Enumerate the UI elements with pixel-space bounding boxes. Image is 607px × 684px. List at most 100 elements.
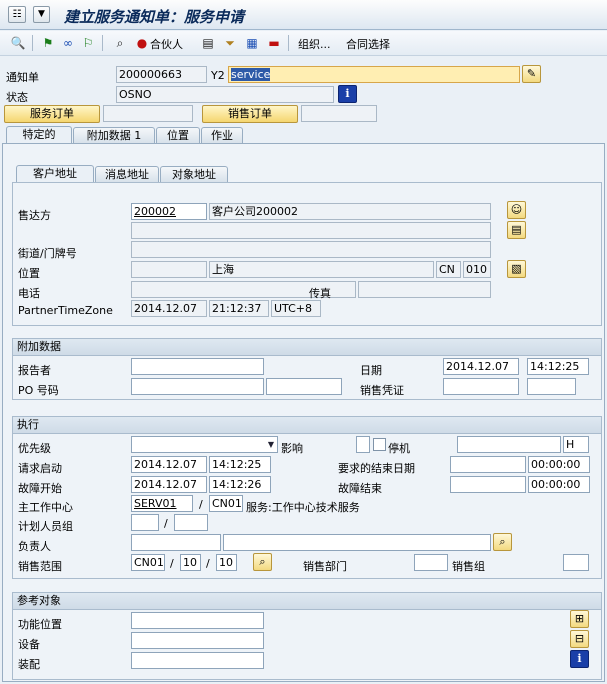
- malf-end-date-input[interactable]: [450, 476, 526, 493]
- sales-doc-item-input[interactable]: [527, 378, 576, 395]
- info-icon: i: [345, 87, 350, 100]
- workcenter-input[interactable]: SERV01: [131, 495, 193, 512]
- partner-icon[interactable]: ●: [134, 35, 150, 51]
- impact-input[interactable]: [356, 436, 370, 453]
- binoculars-icon[interactable]: ⌕: [112, 35, 128, 51]
- req-end-time-input[interactable]: 00:00:00: [528, 456, 590, 473]
- sales-order-field: [301, 105, 377, 122]
- distribution-channel-input[interactable]: 10: [180, 554, 201, 571]
- req-end-date-input[interactable]: [450, 456, 526, 473]
- partner-address-button[interactable]: ☺: [507, 201, 526, 219]
- equipment-input[interactable]: [131, 632, 264, 649]
- equipment-structure-button[interactable]: ⊟: [570, 630, 589, 648]
- req-start-time-input[interactable]: 14:12:25: [209, 456, 271, 473]
- status-field: OSNO: [116, 86, 334, 103]
- subtab-message-address[interactable]: 消息地址: [95, 166, 159, 183]
- country-field: CN: [436, 261, 461, 278]
- dropdown-icon[interactable]: ▼: [33, 6, 50, 23]
- subtab-customer-address[interactable]: 客户地址: [16, 165, 94, 183]
- document-icon: ▤: [511, 223, 522, 236]
- equipment-label: 设备: [18, 638, 40, 651]
- assembly-input[interactable]: [131, 652, 264, 669]
- edit-icon: ✎: [526, 67, 537, 80]
- status-info-button[interactable]: i: [338, 85, 357, 103]
- func-loc-structure-button[interactable]: ⊞: [570, 610, 589, 628]
- notification-time-input[interactable]: 14:12:25: [527, 358, 589, 375]
- planning-plant-input[interactable]: [174, 514, 208, 531]
- service-order-field: [103, 105, 193, 122]
- sales-doc-input[interactable]: [443, 378, 519, 395]
- assembly-label: 装配: [18, 658, 40, 671]
- additional-data-title: 附加数据: [13, 339, 601, 356]
- malf-start-date-input[interactable]: 2014.12.07: [131, 476, 207, 493]
- contract-selection-button[interactable]: 合同选择: [346, 36, 390, 52]
- truck-icon[interactable]: ▬: [266, 35, 282, 51]
- notification-type: Y2: [211, 69, 225, 82]
- priority-label: 优先级: [18, 442, 51, 455]
- timezone-date-field: 2014.12.07: [131, 300, 207, 317]
- map-button[interactable]: ▧: [507, 260, 526, 278]
- sold-to-name-field: 客户公司200002: [209, 203, 491, 220]
- notification-number-field: 200000663: [116, 66, 207, 83]
- page-title: 建立服务通知单：服务申请: [64, 8, 245, 26]
- duration-unit-input[interactable]: H: [563, 436, 589, 453]
- person-icon: ☺: [510, 203, 523, 216]
- notification-label: 通知单: [6, 71, 39, 84]
- reference-info-button[interactable]: i: [570, 650, 589, 668]
- reporter-input[interactable]: [131, 358, 264, 375]
- sold-to-label: 售达方: [18, 209, 51, 222]
- po-date-input[interactable]: [266, 378, 342, 395]
- display-object-icon[interactable]: 🔍: [10, 35, 26, 51]
- tab-activities[interactable]: 作业: [201, 127, 243, 144]
- func-loc-input[interactable]: [131, 612, 264, 629]
- sales-group-input[interactable]: [563, 554, 589, 571]
- division-input[interactable]: 10: [216, 554, 237, 571]
- chevron-down-icon: ▼: [267, 440, 274, 449]
- loop-icon[interactable]: ∞: [60, 35, 76, 51]
- func-loc-label: 功能位置: [18, 618, 62, 631]
- address-detail-button[interactable]: ▤: [507, 221, 526, 239]
- status-label: 状态: [6, 91, 28, 104]
- sales-order-button[interactable]: 销售订单: [202, 105, 298, 123]
- partner-button[interactable]: 合伙人: [150, 36, 183, 52]
- document-icon[interactable]: ▤: [200, 35, 216, 51]
- workcenter-plant-input[interactable]: CN01: [209, 495, 243, 512]
- sold-to-input[interactable]: 200002: [131, 203, 207, 220]
- description-input[interactable]: service: [228, 66, 520, 83]
- funnel-icon[interactable]: ⏷: [222, 35, 238, 51]
- req-end-label: 要求的结束日期: [338, 462, 415, 475]
- date-label: 日期: [360, 364, 382, 377]
- organization-button[interactable]: 组织...: [298, 36, 331, 52]
- shutdown-checkbox[interactable]: [373, 438, 386, 451]
- binoculars-icon: ⌕: [499, 535, 506, 548]
- planner-group-label: 计划人员组: [18, 520, 73, 533]
- sales-org-input[interactable]: CN01: [131, 554, 165, 571]
- print-icon[interactable]: ▦: [244, 35, 260, 51]
- tab-specific[interactable]: 特定的: [6, 126, 72, 144]
- flag-icon[interactable]: ⚑: [40, 35, 56, 51]
- flag-done-icon[interactable]: ⚐: [80, 35, 96, 51]
- tab-additional-data-1[interactable]: 附加数据 1: [73, 127, 155, 144]
- service-order-button[interactable]: 服务订单: [4, 105, 100, 123]
- planner-group-input[interactable]: [131, 514, 159, 531]
- phone-label: 电话: [18, 287, 40, 300]
- timezone-label: PartnerTimeZone: [18, 304, 113, 317]
- shutdown-duration-input[interactable]: [457, 436, 561, 453]
- sales-area-label: 销售范围: [18, 560, 62, 573]
- sales-area-search-button[interactable]: ⌕: [253, 553, 272, 571]
- timezone-zone-field: UTC+8: [271, 300, 321, 317]
- sales-office-input[interactable]: [414, 554, 448, 571]
- priority-select[interactable]: ▼: [131, 436, 278, 453]
- responsible-search-button[interactable]: ⌕: [493, 533, 512, 551]
- subtab-object-address[interactable]: 对象地址: [160, 166, 228, 183]
- menu-icon[interactable]: ☷: [8, 6, 26, 23]
- tab-location[interactable]: 位置: [156, 127, 200, 144]
- impact-label: 影响: [281, 442, 303, 455]
- req-start-date-input[interactable]: 2014.12.07: [131, 456, 207, 473]
- responsible-input[interactable]: [131, 534, 221, 551]
- malf-start-time-input[interactable]: 14:12:26: [209, 476, 271, 493]
- notification-date-input[interactable]: 2014.12.07: [443, 358, 519, 375]
- long-text-button[interactable]: ✎: [522, 65, 541, 83]
- malf-end-time-input[interactable]: 00:00:00: [528, 476, 590, 493]
- po-number-input[interactable]: [131, 378, 264, 395]
